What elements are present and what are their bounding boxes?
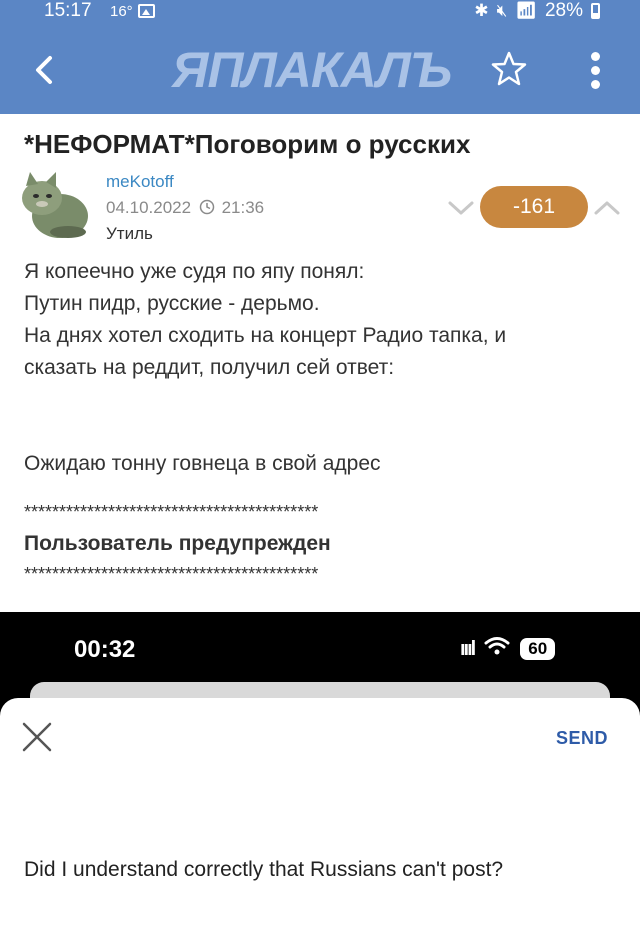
status-bar: 15:17 16° ✱ 🔇︎ 📶︎ 28% — [0, 0, 640, 24]
vote-down-button[interactable] — [446, 196, 476, 220]
app-bar: ЯПЛАКАЛЪ — [0, 24, 640, 114]
cat-avatar-icon — [22, 172, 88, 238]
favorite-button[interactable] — [488, 48, 530, 90]
close-button[interactable] — [20, 720, 54, 754]
avatar[interactable] — [12, 170, 92, 244]
mute-icon: 🔇︎ — [496, 1, 508, 20]
author-rank: Утиль — [106, 224, 153, 243]
bluetooth-icon: ✱ — [474, 1, 489, 20]
post-time-value: 21:36 — [221, 198, 265, 217]
author-link[interactable]: meKotoff — [106, 172, 174, 192]
post-date: 04.10.2022 21:36 — [106, 198, 264, 218]
post-body-line — [24, 384, 624, 416]
post-body-line: Путин пидр, русские - дерьмо. — [24, 292, 320, 315]
dot-icon — [591, 66, 600, 75]
wifi-icon: 📶︎ — [515, 1, 537, 20]
embedded-screenshot[interactable]: 00:32 ıııl 60 SEND Did I understand corr… — [0, 612, 640, 936]
battery-percent: 28% — [544, 0, 583, 21]
gallery-notification-icon — [138, 4, 155, 18]
compose-sheet — [0, 698, 640, 936]
embedded-battery: 60 — [520, 638, 556, 660]
back-button[interactable] — [28, 50, 62, 90]
post-body-line: Я копеечно уже судя по япу понял: — [24, 260, 365, 283]
close-icon — [22, 722, 52, 752]
more-options-button[interactable] — [582, 50, 610, 90]
post-body-line — [24, 416, 624, 448]
rating-badge: -161 — [480, 186, 588, 228]
dot-icon — [591, 80, 600, 89]
chevron-left-icon — [36, 56, 52, 84]
separator-bottom: ****************************************… — [24, 564, 319, 584]
embedded-time: 00:32 — [74, 636, 136, 663]
chevron-up-icon — [594, 201, 620, 215]
post-body-line: На днях хотел сходить на концерт Радио т… — [24, 324, 507, 347]
post-body-line: Ожидаю тонну говнеца в свой адрес — [24, 452, 381, 475]
post-title: *НЕФОРМАТ*Поговорим о русских — [24, 129, 471, 159]
status-time: 15:17 — [44, 0, 92, 21]
post-date-value: 04.10.2022 — [106, 198, 192, 217]
status-temperature: 16° — [110, 3, 133, 20]
post-body-line: сказать на реддит, получил сей ответ: — [24, 356, 395, 379]
signal-icon: ıııl — [460, 637, 476, 660]
status-icons: ✱ 🔇︎ 📶︎ 28% — [474, 0, 600, 22]
wifi-icon — [484, 636, 510, 662]
vote-up-button[interactable] — [592, 196, 622, 220]
embedded-status-icons: ıııl 60 — [460, 636, 556, 662]
separator-top: ****************************************… — [24, 502, 319, 522]
post-body: Я копеечно уже судя по япу понял: Путин … — [24, 256, 624, 480]
send-button[interactable]: SEND — [556, 728, 608, 749]
clock-icon — [199, 199, 215, 215]
user-warning: Пользователь предупрежден — [24, 532, 331, 555]
dot-icon — [591, 52, 600, 61]
star-icon — [491, 51, 527, 86]
post-question-text: Did I understand correctly that Russians… — [24, 858, 504, 881]
battery-icon — [591, 3, 600, 19]
site-logo[interactable]: ЯПЛАКАЛЪ — [172, 44, 472, 96]
chevron-down-icon — [448, 201, 474, 215]
